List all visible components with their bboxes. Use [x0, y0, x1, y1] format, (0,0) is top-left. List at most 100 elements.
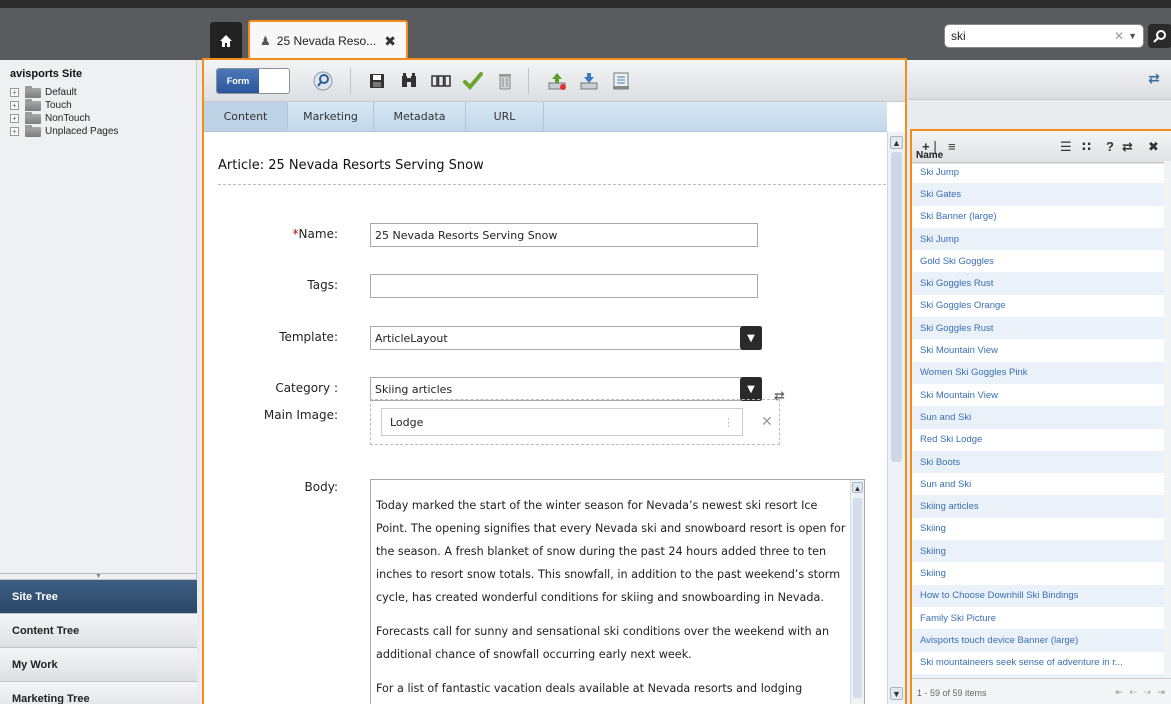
body-text[interactable]: Today marked the start of the winter sea… [376, 494, 851, 704]
scroll-down-icon[interactable]: ▼ [890, 687, 903, 700]
nav-marketing-tree[interactable]: Marketing Tree [0, 681, 197, 704]
find-button[interactable] [396, 69, 422, 93]
body-paragraph: Today marked the start of the winter sea… [376, 499, 846, 604]
preview-icon [313, 71, 333, 91]
delete-button[interactable] [492, 69, 518, 93]
save-button[interactable] [364, 69, 390, 93]
result-item[interactable]: How to Choose Downhill Ski Bindings [912, 584, 1164, 607]
nav-content-tree[interactable]: Content Tree [0, 613, 197, 647]
editor-toolbar: Form [204, 60, 905, 102]
expand-icon[interactable]: + [10, 127, 19, 136]
chevron-down-icon[interactable]: ▼ [740, 326, 762, 350]
body-scrollbar[interactable]: ▲ [850, 480, 864, 704]
result-item[interactable]: Ski Gates [912, 183, 1164, 206]
tab-url[interactable]: URL [466, 102, 544, 131]
tree-item-unplaced-pages[interactable]: + Unplaced Pages [10, 124, 118, 138]
title-divider [218, 184, 886, 185]
checkout-icon [580, 73, 598, 90]
tab-content[interactable]: Content [204, 102, 288, 131]
body-label: Body: [304, 480, 338, 494]
person-icon: ♟ [260, 34, 271, 48]
result-item[interactable]: Ski Mountain View [912, 384, 1164, 406]
tab-metadata[interactable]: Metadata [374, 102, 466, 131]
tab-marketing[interactable]: Marketing [288, 102, 374, 131]
home-tab[interactable] [210, 22, 242, 60]
results-scrollbar[interactable] [1164, 161, 1171, 679]
name-value: 25 Nevada Resorts Serving Snow [375, 228, 558, 242]
remove-image-icon[interactable]: ✕ [761, 413, 773, 430]
scroll-thumb[interactable] [891, 152, 902, 462]
category-label: Category : [275, 381, 338, 395]
category-select[interactable]: Skiing articles ▼ [370, 377, 762, 401]
approve-icon [463, 72, 483, 90]
main-image-label: Main Image: [263, 408, 338, 422]
body-paragraph: For a list of fantastic vacation deals a… [376, 682, 803, 695]
result-item[interactable]: Avisports touch device Banner (large) [912, 629, 1164, 652]
close-icon[interactable]: ✖ [384, 33, 396, 50]
document-tab-label: 25 Nevada Reso... [276, 34, 377, 48]
result-item[interactable]: Ski Mountain View [912, 339, 1164, 361]
main-image-dropzone[interactable]: Lodge ⋮ ✕ [370, 399, 780, 445]
content-tabs: Content Marketing Metadata URL [204, 102, 887, 132]
result-item[interactable]: Ski Goggles Orange [912, 295, 1164, 317]
history-icon [613, 72, 629, 90]
table-view-button[interactable] [428, 69, 454, 93]
name-label-text: Name: [298, 227, 338, 241]
tree-item-nontouch[interactable]: + NonTouch [10, 111, 118, 125]
template-value: ArticleLayout [375, 331, 448, 345]
result-item[interactable]: Sun and Ski [912, 406, 1164, 429]
approve-button[interactable] [460, 69, 486, 93]
nav-site-tree[interactable]: Site Tree [0, 579, 197, 613]
result-item[interactable]: Red Ski Lodge [912, 429, 1164, 451]
tree-item-touch[interactable]: + Touch [10, 98, 118, 112]
history-button[interactable] [608, 69, 634, 93]
pager-controls[interactable]: ⇤ ⇠ ⇢ ⇥ [1115, 687, 1167, 698]
template-select[interactable]: ArticleLayout ▼ [370, 326, 762, 350]
scroll-thumb[interactable] [853, 498, 862, 698]
chevron-down-icon[interactable]: ▼ [1128, 31, 1137, 41]
result-item[interactable]: Ski Goggles Rust [912, 272, 1164, 295]
result-item[interactable]: Ski Boots [912, 450, 1164, 474]
checkin-button[interactable] [544, 69, 570, 93]
preview-button[interactable] [310, 69, 336, 93]
nav-my-work[interactable]: My Work [0, 647, 197, 681]
tree-item-default[interactable]: + Default [10, 85, 118, 99]
checkout-button[interactable] [576, 69, 602, 93]
result-item[interactable]: Women Ski Goggles Pink [912, 361, 1164, 384]
main-image-field[interactable]: Lodge ⋮ [381, 408, 743, 436]
clear-icon[interactable]: ✕ [1114, 29, 1124, 43]
folder-icon [25, 124, 41, 137]
result-item[interactable]: Skiing [912, 562, 1164, 584]
expand-icon[interactable]: + [10, 88, 19, 97]
refresh-icon[interactable]: ⇄ [1143, 70, 1165, 88]
expand-icon[interactable]: + [10, 101, 19, 110]
result-item[interactable]: Gold Ski Goggles [912, 250, 1164, 272]
result-item[interactable]: Ski Goggles Rust [912, 317, 1164, 340]
search-button[interactable] [1148, 24, 1171, 48]
result-item[interactable]: Family Ski Picture [912, 607, 1164, 629]
results-list: Ski Jump Ski Gates Ski Banner (large) Ski J… [912, 161, 1164, 679]
body-editor[interactable]: Today marked the start of the winter sea… [370, 479, 865, 704]
result-item[interactable]: Sun and Ski [912, 473, 1164, 495]
content-editor: Form Content Marketing Metadata URL Arti… [202, 58, 907, 704]
tags-field[interactable] [370, 274, 758, 298]
result-item[interactable]: Skiing articles [912, 495, 1164, 518]
scroll-up-icon[interactable]: ▲ [890, 136, 903, 149]
drag-handle-icon[interactable]: ⋮ [723, 416, 734, 429]
expand-icon[interactable]: + [10, 114, 19, 123]
document-tab[interactable]: ♟ 25 Nevada Reso... ✖ [248, 20, 408, 60]
chevron-down-icon[interactable]: ▼ [740, 377, 762, 401]
result-item[interactable]: Ski Jump [912, 227, 1164, 251]
scroll-up-icon[interactable]: ▲ [852, 482, 863, 493]
search-input[interactable]: ski ✕ ▼ [944, 24, 1144, 48]
result-item[interactable]: Ski Jump [912, 161, 1164, 183]
result-item[interactable]: Skiing [912, 540, 1164, 563]
results-footer: 1 - 59 of 59 items ⇤ ⇠ ⇢ ⇥ [912, 678, 1171, 704]
result-item[interactable]: Skiing [912, 518, 1164, 540]
category-value: Skiing articles [375, 382, 453, 396]
form-view-toggle[interactable]: Form [216, 68, 290, 94]
result-item[interactable]: Ski mountaineers seek sense of adventure… [912, 652, 1164, 674]
result-item[interactable]: Ski Banner (large) [912, 206, 1164, 228]
editor-scrollbar[interactable]: ▲ ▼ [887, 132, 905, 704]
name-field[interactable]: 25 Nevada Resorts Serving Snow [370, 223, 758, 247]
